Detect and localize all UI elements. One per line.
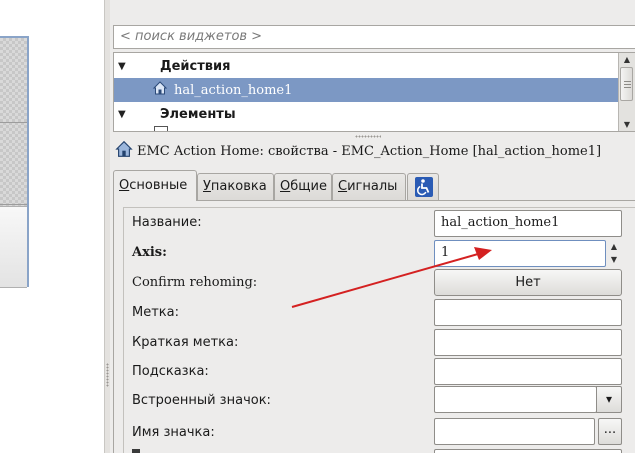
properties-title: EMC Action Home: свойства - EMC_Action_H… [137, 143, 602, 159]
thumb-grip [624, 81, 631, 82]
tree-item-label: hal_action_home1 [174, 82, 293, 98]
next-row-label-partial [132, 449, 140, 453]
icon-name-field[interactable] [434, 418, 595, 445]
label-field[interactable] [434, 299, 622, 326]
glade-window: < поиск виджетов > ▼ Действия hal_action… [0, 0, 635, 453]
thumb-grip [624, 87, 631, 88]
short-label-label: Краткая метка: [132, 335, 239, 350]
tree-category-elements[interactable]: ▼ Элементы [114, 102, 618, 126]
chevron-down-icon[interactable]: ▾ [596, 386, 622, 413]
home-icon [115, 140, 133, 162]
tooltip-label: Подсказка: [132, 364, 209, 379]
stock-icon-label: Встроенный значок: [132, 393, 271, 408]
expander-down-icon[interactable]: ▼ [118, 61, 128, 72]
preview-button-widget[interactable] [0, 206, 27, 288]
widget-icon [154, 126, 168, 131]
tree-category-actions[interactable]: ▼ Действия [114, 54, 618, 78]
tree-scrollbar[interactable]: ▲ ▼ [618, 53, 635, 131]
splitter-grip [106, 363, 109, 387]
confirm-rehoming-label: Confirm rehoming: [132, 275, 258, 290]
stock-icon-combo-entry[interactable] [434, 386, 597, 413]
top-strip [113, 0, 635, 20]
icon-name-label: Имя значка: [132, 425, 215, 440]
widget-search-input[interactable]: < поиск виджетов > [113, 25, 635, 49]
widget-tree: ▼ Действия hal_action_home1 ▼ Элементы ▲ [113, 52, 635, 132]
tab-label: бщие [290, 179, 327, 194]
pane-splitter[interactable] [105, 0, 110, 453]
tab-label: игналы [347, 179, 398, 194]
horizontal-splitter[interactable] [113, 134, 635, 139]
axis-spin-buttons[interactable]: ▲ ▼ [606, 240, 622, 266]
tab-mnemonic: У [203, 179, 211, 194]
tree-category-label: Элементы [160, 106, 236, 122]
splitter-grip [355, 135, 381, 138]
scroll-up-icon[interactable]: ▲ [619, 53, 635, 66]
design-canvas[interactable] [0, 0, 105, 453]
expander-down-icon[interactable]: ▼ [118, 109, 128, 120]
tree-item-partial[interactable] [114, 126, 618, 131]
short-label-field[interactable] [434, 329, 622, 356]
home-icon [152, 80, 168, 100]
confirm-rehoming-toggle[interactable]: Нет [434, 269, 622, 296]
label-label: Метка: [132, 305, 179, 320]
tree-category-label: Действия [160, 58, 231, 74]
tab-general[interactable]: Основные [113, 170, 197, 201]
tab-signals[interactable]: Сигналы [332, 173, 406, 200]
preview-divider [0, 204, 27, 205]
tab-mnemonic: О [280, 179, 291, 194]
tab-packing[interactable]: Упаковка [197, 173, 274, 200]
axis-label: Axis: [132, 245, 167, 260]
properties-header: EMC Action Home: свойства - EMC_Action_H… [115, 140, 602, 162]
tab-mnemonic: С [338, 179, 348, 194]
next-row-field-partial[interactable] [434, 449, 622, 453]
scrollbar-thumb[interactable] [620, 67, 633, 101]
spin-up-icon[interactable]: ▲ [606, 240, 622, 253]
tree-item-selected[interactable]: hal_action_home1 [114, 78, 618, 102]
thumb-grip [624, 84, 631, 85]
name-label: Название: [132, 215, 202, 230]
browse-button[interactable]: ... [598, 418, 622, 445]
tab-common[interactable]: Общие [274, 173, 332, 200]
tab-label: сновные [129, 178, 188, 193]
widget-preview-frame[interactable] [0, 36, 29, 288]
tab-accessibility[interactable] [407, 173, 439, 200]
name-field[interactable]: hal_action_home1 [434, 210, 622, 237]
preview-divider [0, 122, 27, 123]
scroll-down-icon[interactable]: ▼ [619, 118, 635, 131]
spin-down-icon[interactable]: ▼ [606, 253, 622, 266]
axis-spinbutton[interactable]: 1 [434, 240, 606, 267]
tab-mnemonic: О [119, 178, 130, 193]
tab-label: паковка [210, 179, 267, 194]
accessibility-icon [415, 177, 433, 197]
tooltip-field[interactable] [434, 358, 622, 385]
